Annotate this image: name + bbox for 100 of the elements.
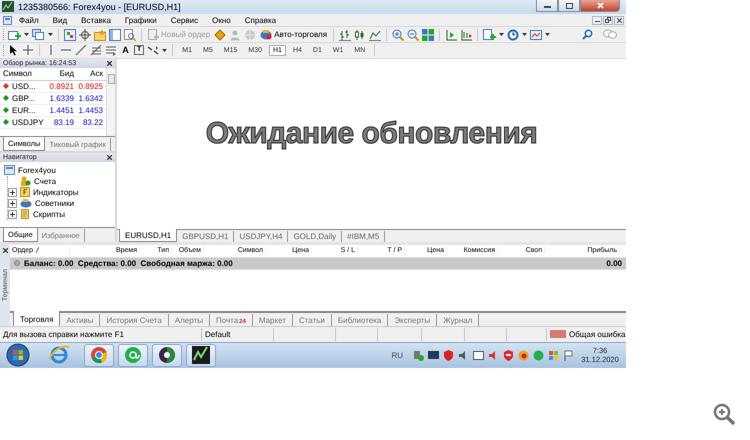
minimize-icon[interactable] bbox=[594, 18, 600, 22]
chart-tab[interactable]: GOLD,Daily bbox=[288, 230, 342, 242]
shield-icon[interactable] bbox=[503, 350, 514, 361]
expand-icon[interactable] bbox=[8, 198, 17, 208]
document-plus-icon[interactable] bbox=[483, 28, 496, 41]
magnifier-document-icon[interactable] bbox=[124, 28, 136, 41]
minimize-button[interactable] bbox=[592, 16, 602, 25]
chart-tab[interactable]: USDJPY,H4 bbox=[234, 230, 288, 242]
mail-icon[interactable] bbox=[123, 345, 143, 366]
tree-item[interactable]: Счета bbox=[34, 176, 56, 186]
tree-item[interactable]: Советники bbox=[35, 198, 74, 208]
caret-icon[interactable] bbox=[48, 33, 53, 36]
symbol-cell[interactable]: USDJPY bbox=[12, 118, 44, 127]
menu-item[interactable]: Окно bbox=[205, 16, 238, 25]
zoom-out-icon[interactable] bbox=[407, 28, 420, 41]
close-icon[interactable] bbox=[107, 154, 112, 160]
browser-icon[interactable] bbox=[89, 345, 109, 366]
caret-icon[interactable] bbox=[499, 33, 504, 36]
new-chart-icon[interactable] bbox=[8, 28, 21, 41]
app-icon[interactable] bbox=[157, 345, 177, 366]
text-tool[interactable]: A bbox=[120, 45, 131, 56]
template-icon[interactable] bbox=[530, 28, 542, 41]
maximize-button[interactable] bbox=[558, 0, 580, 12]
candlestick-chart-icon[interactable] bbox=[354, 28, 366, 41]
browser-icon[interactable] bbox=[48, 344, 70, 366]
restore-button[interactable] bbox=[603, 16, 613, 25]
terminal-tab[interactable]: Алерты bbox=[168, 314, 210, 327]
chart-tab[interactable]: #IBM,M5 bbox=[342, 230, 386, 242]
close-icon[interactable] bbox=[107, 60, 112, 66]
window-icon[interactable] bbox=[473, 350, 484, 361]
ask-cell-text: 1.4453 bbox=[78, 106, 104, 115]
bar-chart-icon[interactable] bbox=[339, 28, 352, 41]
cap-icon[interactable] bbox=[260, 29, 272, 40]
window-icon[interactable] bbox=[109, 28, 121, 41]
monitor-icon[interactable] bbox=[428, 350, 439, 361]
tree-item[interactable]: Forex4you bbox=[18, 166, 56, 175]
fibonacci-icon[interactable] bbox=[90, 44, 102, 56]
minimize-button[interactable] bbox=[536, 0, 558, 12]
terminal-tab[interactable]: История Счета bbox=[100, 314, 169, 327]
trading-app-icon[interactable] bbox=[191, 345, 211, 366]
line-chart-icon[interactable] bbox=[369, 28, 382, 41]
terminal-tab[interactable]: Маркет bbox=[252, 314, 293, 327]
menu-item[interactable]: Вставка bbox=[74, 16, 118, 25]
minimize-icon[interactable] bbox=[544, 3, 550, 8]
terminal-tab[interactable]: Журнал bbox=[437, 314, 480, 327]
scrollbar[interactable] bbox=[106, 68, 115, 136]
crosshair-icon[interactable] bbox=[22, 44, 34, 56]
menu-item[interactable]: Вид bbox=[46, 16, 74, 25]
maximize-icon[interactable] bbox=[566, 2, 572, 8]
crosshair-icon[interactable] bbox=[79, 28, 91, 41]
flag-icon[interactable] bbox=[563, 350, 574, 361]
terminal-tab[interactable]: Эксперты bbox=[388, 314, 438, 327]
menu-item[interactable]: Графики bbox=[118, 16, 164, 25]
trend-line-icon[interactable] bbox=[75, 44, 87, 56]
menu-item[interactable]: Файл bbox=[12, 16, 46, 25]
close-icon[interactable] bbox=[616, 18, 622, 23]
clock-icon[interactable] bbox=[507, 28, 520, 41]
arrows-icon[interactable] bbox=[147, 44, 160, 56]
shield-icon[interactable] bbox=[443, 350, 454, 361]
windows-icon[interactable] bbox=[548, 350, 559, 361]
chart-shift-icon[interactable] bbox=[460, 28, 472, 41]
tree-item[interactable]: Индикаторы bbox=[33, 188, 78, 197]
language-indicator[interactable]: RU bbox=[391, 350, 403, 360]
terminal-tab[interactable]: Торговля bbox=[13, 310, 60, 327]
chart-tab[interactable]: GBPUSD,H1 bbox=[177, 230, 234, 242]
close-button[interactable] bbox=[580, 0, 620, 12]
windows-icon[interactable] bbox=[32, 28, 45, 41]
tree-item[interactable]: Скрипты bbox=[33, 210, 65, 219]
caret-icon[interactable] bbox=[545, 33, 550, 36]
search-icon[interactable] bbox=[582, 29, 593, 40]
menu-item[interactable]: Справка bbox=[238, 16, 284, 25]
column-header[interactable]: Бид bbox=[48, 69, 77, 78]
close-button[interactable] bbox=[614, 16, 624, 25]
zoom-in-icon[interactable] bbox=[392, 28, 404, 41]
restore-icon[interactable] bbox=[605, 17, 611, 24]
caret-icon[interactable] bbox=[162, 48, 168, 52]
zoom-in-icon[interactable] bbox=[712, 402, 736, 426]
terminal-tab[interactable]: Активы bbox=[60, 314, 100, 327]
auto-scroll-icon[interactable] bbox=[445, 28, 458, 41]
column-header[interactable]: Аск bbox=[77, 69, 106, 78]
expand-icon[interactable] bbox=[8, 188, 17, 197]
chart-tab[interactable]: EURUSD,H1 bbox=[119, 228, 178, 242]
tile-windows-icon[interactable] bbox=[422, 28, 434, 41]
symbol-cell[interactable]: GBP... bbox=[12, 94, 35, 103]
channel-icon[interactable] bbox=[105, 44, 117, 56]
diamond-icon[interactable] bbox=[214, 28, 226, 41]
close-icon[interactable] bbox=[2, 248, 8, 253]
symbol-cell[interactable]: USD... bbox=[12, 82, 36, 91]
caret-icon[interactable] bbox=[522, 33, 528, 36]
auto-trading-button[interactable]: Авто-торговля bbox=[259, 29, 328, 40]
start-button[interactable] bbox=[6, 343, 30, 368]
caret-icon[interactable] bbox=[24, 33, 29, 36]
expand-icon[interactable] bbox=[8, 210, 17, 219]
market-watch-icon[interactable] bbox=[64, 28, 76, 41]
symbol-cell[interactable]: EUR... bbox=[12, 106, 36, 115]
cursor-icon[interactable] bbox=[8, 44, 19, 56]
menu-item[interactable]: Сервис bbox=[164, 16, 206, 25]
column-header[interactable]: Символ bbox=[0, 69, 48, 78]
terminal-tab[interactable]: Библиотека bbox=[332, 314, 388, 327]
terminal-tab[interactable]: Статьи bbox=[292, 314, 332, 327]
